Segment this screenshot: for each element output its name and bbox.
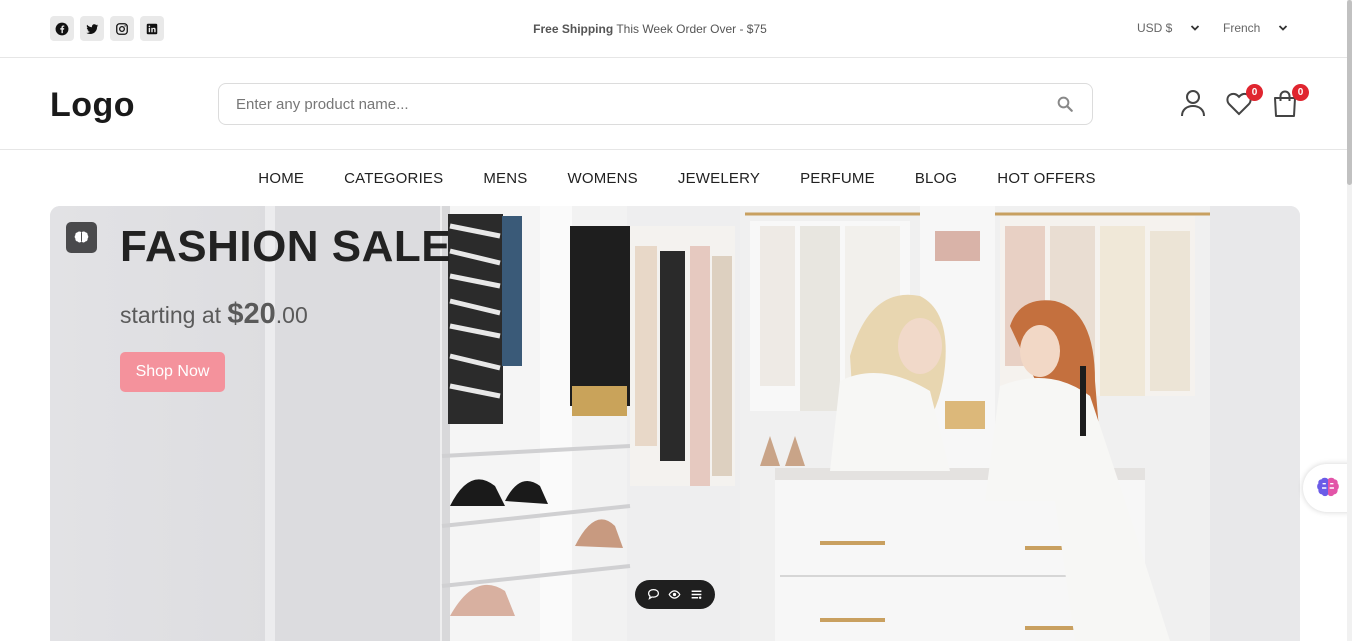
hero-price-cents: .00 [275,302,308,328]
nav-item-mens[interactable]: MENS [483,170,527,206]
brain-icon [74,231,89,243]
ai-brain-icon [1316,477,1339,497]
site-header: Logo 0 0 [0,58,1352,150]
nav-item-categories[interactable]: CATEGORIES [344,170,443,206]
currency-select[interactable]: USD $ [1137,21,1200,35]
chevron-down-icon [1279,25,1288,31]
currency-value: USD $ [1137,21,1173,35]
menu-icon[interactable] [690,588,703,601]
chevron-down-icon [1191,25,1200,31]
search-input[interactable] [220,85,1040,123]
floating-ai-assistant[interactable] [1303,464,1352,512]
cart-count-badge: 0 [1292,84,1309,101]
hero-subtitle: starting at $20.00 [120,298,308,331]
nav-item-perfume[interactable]: PERFUME [800,170,875,206]
site-logo[interactable]: Logo [50,86,135,125]
comment-icon[interactable] [647,588,660,601]
nav-item-womens[interactable]: WOMENS [568,170,638,206]
hero-price: $20 [227,298,276,330]
promo-highlight: Free Shipping [533,22,614,36]
nav-item-blog[interactable]: BLOG [915,170,957,206]
user-icon [1181,90,1205,117]
wishlist-button[interactable]: 0 [1225,84,1263,118]
floating-mini-toolbar [635,580,715,609]
nav-item-home[interactable]: HOME [258,170,304,206]
promo-text: This Week Order Over - $75 [616,22,767,36]
nav-item-jewelery[interactable]: JEWELERY [678,170,760,206]
nav-item-hot-offers[interactable]: HOT OFFERS [997,170,1095,206]
hero-banner: FASHION SALE starting at $20.00 Shop Now [50,206,1300,641]
hero-title: FASHION SALE [120,222,452,271]
top-bar: Free Shipping This Week Order Over - $75… [0,0,1352,58]
eye-icon[interactable] [668,588,681,601]
search-box [218,83,1093,125]
language-select[interactable]: French [1223,21,1288,35]
shop-now-button[interactable]: Shop Now [120,352,225,392]
hero-subtitle-prefix: starting at [120,302,221,328]
search-icon[interactable] [1056,95,1074,113]
main-nav: HOME CATEGORIES MENS WOMENS JEWELERY PER… [0,150,1352,206]
page-scrollbar-thumb[interactable] [1347,0,1352,185]
ai-assistant-button[interactable] [66,222,97,253]
language-value: French [1223,21,1261,35]
account-button[interactable] [1179,88,1207,118]
wishlist-count-badge: 0 [1246,84,1263,101]
shipping-promo: Free Shipping This Week Order Over - $75 [0,22,1300,36]
cart-button[interactable]: 0 [1271,84,1309,118]
